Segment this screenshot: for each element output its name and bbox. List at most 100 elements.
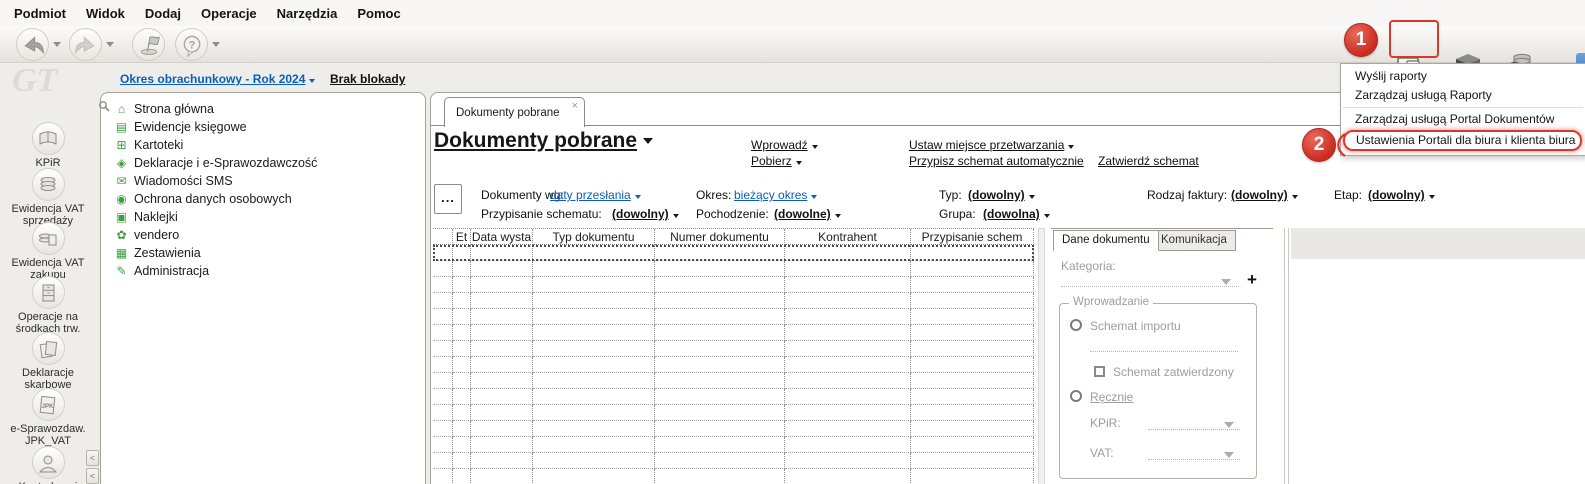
table-cell[interactable]: [911, 277, 1034, 293]
table-cell[interactable]: [453, 309, 471, 325]
table-row[interactable]: [433, 453, 1034, 469]
table-row[interactable]: [433, 245, 1034, 261]
table-row[interactable]: [433, 277, 1034, 293]
table-cell[interactable]: [911, 373, 1034, 389]
module-ewidencja-vat-sprzedazy[interactable]: Ewidencja VAT sprzedaży: [0, 168, 96, 227]
table-cell[interactable]: [911, 357, 1034, 373]
table-row[interactable]: [433, 309, 1034, 325]
table-cell[interactable]: [655, 437, 785, 453]
table-cell[interactable]: [785, 373, 911, 389]
module-deklaracje-skarbowe[interactable]: Deklaracje skarbowe: [0, 332, 96, 391]
table-cell[interactable]: [453, 341, 471, 357]
table-cell[interactable]: [533, 453, 655, 469]
ustaw-miejsce-link[interactable]: Ustaw miejsce przetwarzania: [909, 138, 1076, 152]
nav-back-button[interactable]: [16, 28, 49, 61]
table-cell[interactable]: [655, 421, 785, 437]
column-header[interactable]: [433, 229, 453, 245]
table-row[interactable]: [433, 421, 1034, 437]
column-header-data-wystawienia[interactable]: Data wysta: [471, 229, 533, 245]
tab-dane-dokumentu[interactable]: Dane dokumentu: [1053, 230, 1159, 251]
table-cell[interactable]: [911, 309, 1034, 325]
table-cell[interactable]: [911, 469, 1034, 484]
tree-item-deklaracje[interactable]: Deklaracje i e-Sprawozdawczość: [101, 154, 425, 172]
table-cell[interactable]: [785, 405, 911, 421]
schemat-importu-radio[interactable]: [1070, 319, 1082, 331]
table-cell[interactable]: [533, 245, 655, 261]
table-cell[interactable]: [655, 277, 785, 293]
table-cell[interactable]: [785, 469, 911, 484]
table-cell[interactable]: [655, 469, 785, 484]
menu-dodaj[interactable]: Dodaj: [135, 3, 191, 24]
menu-item-ustawienia-portali[interactable]: Ustawienia Portali dla biura i klienta b…: [1345, 132, 1580, 149]
table-cell[interactable]: [453, 469, 471, 484]
table-cell[interactable]: [453, 261, 471, 277]
collapse-panel-button[interactable]: <: [86, 468, 99, 484]
table-cell[interactable]: [785, 325, 911, 341]
filter-rodzaj-faktury-value[interactable]: (dowolny): [1231, 188, 1300, 202]
table-cell[interactable]: [785, 277, 911, 293]
table-cell[interactable]: [655, 261, 785, 277]
tab-dokumenty-pobrane[interactable]: Dokumenty pobrane ×: [444, 97, 585, 128]
module-ewidencja-vat-zakupu[interactable]: Ewidencja VAT zakupu: [0, 222, 96, 281]
table-row[interactable]: [433, 261, 1034, 277]
table-cell[interactable]: [655, 309, 785, 325]
filter-okres-value[interactable]: bieżący okres: [734, 188, 819, 202]
table-cell[interactable]: [453, 389, 471, 405]
vat-combo-caret[interactable]: [1224, 452, 1234, 458]
tree-item-ochrona-danych[interactable]: Ochrona danych osobowych: [101, 190, 425, 208]
table-cell[interactable]: [655, 373, 785, 389]
tab-komunikacja[interactable]: Komunikacja: [1152, 230, 1236, 251]
table-cell[interactable]: [533, 325, 655, 341]
tree-item-strona-glowna[interactable]: Strona główna: [101, 100, 425, 118]
table-cell[interactable]: [533, 309, 655, 325]
table-cell[interactable]: [471, 469, 533, 484]
table-cell[interactable]: [453, 293, 471, 309]
pin-icon[interactable]: [98, 100, 110, 112]
table-cell[interactable]: [471, 421, 533, 437]
table-cell[interactable]: [433, 293, 453, 309]
tree-item-ewidencje-ksiegowe[interactable]: Ewidencje księgowe: [101, 118, 425, 136]
table-cell[interactable]: [533, 277, 655, 293]
table-cell[interactable]: [533, 437, 655, 453]
table-cell[interactable]: [471, 405, 533, 421]
table-cell[interactable]: [911, 341, 1034, 357]
zatwierdz-schemat-link[interactable]: Zatwierdź schemat: [1098, 154, 1199, 168]
filter-etap-value[interactable]: (dowolny): [1368, 188, 1437, 202]
tree-item-wiadomosci-sms[interactable]: Wiadomości SMS: [101, 172, 425, 190]
page-title[interactable]: Dokumenty pobrane: [434, 129, 654, 153]
table-cell[interactable]: [471, 341, 533, 357]
tree-item-kartoteki[interactable]: Kartoteki: [101, 136, 425, 154]
table-cell[interactable]: [533, 469, 655, 484]
table-vertical-scrollbar[interactable]: [1038, 228, 1045, 484]
documents-table[interactable]: Et Data wysta Typ dokumentu Numer dokume…: [433, 228, 1034, 484]
column-header-et[interactable]: Et: [453, 229, 471, 245]
table-cell[interactable]: [433, 389, 453, 405]
filter-dokumenty-wg-value[interactable]: daty przesłania: [550, 188, 643, 202]
flag-button[interactable]: [132, 28, 165, 61]
table-cell[interactable]: [785, 389, 911, 405]
table-cell[interactable]: [471, 309, 533, 325]
table-cell[interactable]: [911, 389, 1034, 405]
table-row[interactable]: [433, 437, 1034, 453]
schemat-importu-field[interactable]: [1090, 340, 1238, 352]
module-kontrahenci[interactable]: Kontrahenci: [0, 446, 96, 484]
module-jpk-vat[interactable]: JPK e-Sprawozdaw. JPK_VAT: [0, 388, 96, 447]
table-row[interactable]: [433, 469, 1034, 484]
menu-item-zarzadzaj-usluga-raporty[interactable]: Zarządzaj usługą Raporty: [1341, 86, 1585, 105]
menu-widok[interactable]: Widok: [76, 3, 135, 24]
filter-typ-value[interactable]: (dowolny): [968, 188, 1037, 202]
table-cell[interactable]: [453, 245, 471, 261]
help-menu-caret[interactable]: [212, 42, 220, 47]
panel-splitter[interactable]: [1284, 228, 1289, 484]
table-cell[interactable]: [911, 245, 1034, 261]
table-row[interactable]: [433, 373, 1034, 389]
table-cell[interactable]: [785, 421, 911, 437]
nav-forward-button[interactable]: [69, 28, 102, 61]
accounting-period-link[interactable]: Okres obrachunkowy - Rok 2024: [120, 72, 317, 86]
column-header-kontrahent[interactable]: Kontrahent: [785, 229, 911, 245]
tree-item-zestawienia[interactable]: Zestawienia: [101, 244, 425, 262]
collapse-panel-button[interactable]: <: [86, 450, 99, 466]
menu-podmiot[interactable]: Podmiot: [4, 3, 76, 24]
tree-item-administracja[interactable]: Administracja: [101, 262, 425, 280]
table-cell[interactable]: [785, 341, 911, 357]
